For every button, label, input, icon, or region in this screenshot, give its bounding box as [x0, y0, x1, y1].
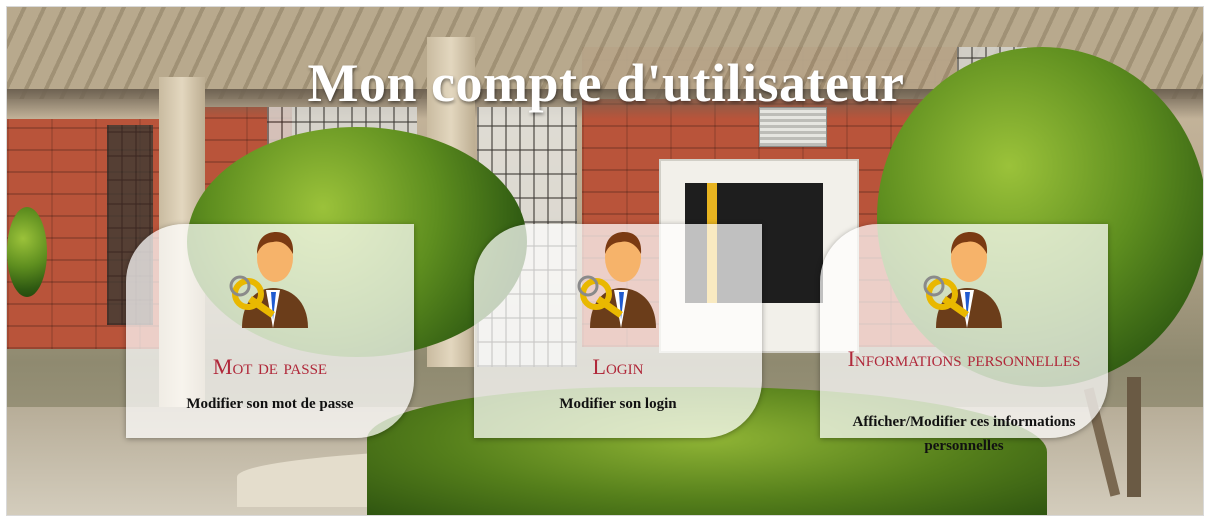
- card-description: Modifier son login: [559, 396, 677, 412]
- user-key-icon: [577, 232, 656, 328]
- card-login[interactable]: Login Modifier son login: [474, 224, 762, 438]
- card-password[interactable]: Mot de passe Modifier son mot de passe: [126, 224, 414, 438]
- card-description: Modifier son mot de passe: [186, 396, 354, 412]
- user-key-icon: [229, 232, 308, 328]
- account-page: Mon compte d'utilisateur Mot de passe Mo…: [0, 0, 1206, 518]
- card-personal-info[interactable]: Informations personnelles Afficher/Modif…: [820, 224, 1108, 454]
- card-title[interactable]: Mot de passe: [136, 354, 404, 380]
- card-description: Afficher/Modifier ces informations perso…: [852, 414, 1076, 454]
- bush-edge: [7, 207, 47, 297]
- card-title[interactable]: Informations personnelles: [830, 346, 1098, 372]
- card-title[interactable]: Login: [484, 354, 752, 380]
- tree-trunk: [1127, 377, 1141, 497]
- page-title: Mon compte d'utilisateur: [307, 53, 905, 113]
- user-key-icon: [923, 232, 1002, 328]
